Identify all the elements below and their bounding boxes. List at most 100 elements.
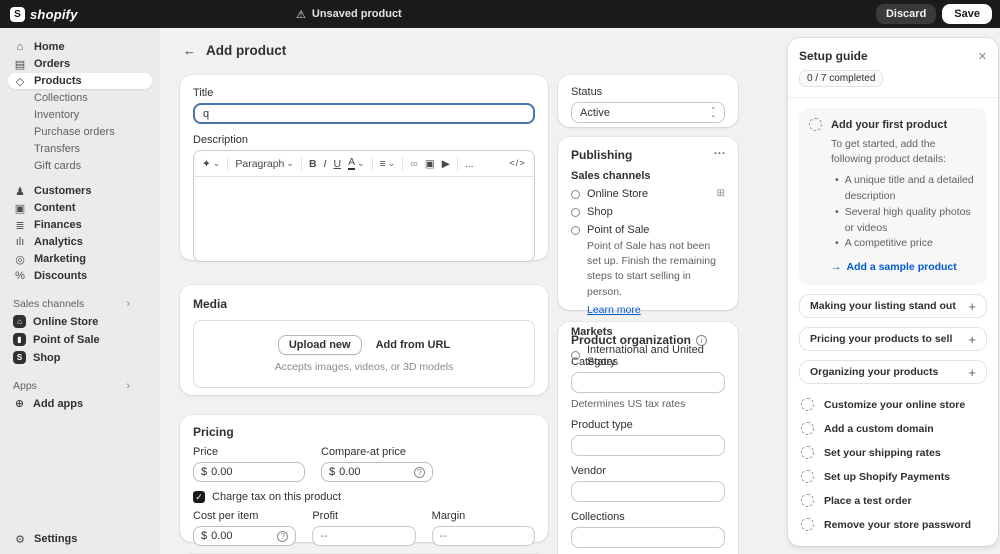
bullet-icon: • <box>835 174 839 187</box>
charge-tax-checkbox[interactable]: ✓ <box>193 491 205 503</box>
collections-input[interactable] <box>571 527 725 548</box>
text-color-button[interactable]: A ⌄ <box>348 157 365 170</box>
learn-more-link[interactable]: Learn more <box>587 304 641 316</box>
setup-accordion-organizing[interactable]: Organizing your products + <box>799 360 987 385</box>
sidebar-item-discounts[interactable]: % Discounts <box>8 268 152 284</box>
close-icon[interactable]: ✕ <box>978 50 987 63</box>
upload-new-button[interactable]: Upload new <box>277 335 362 355</box>
toolbar-divider <box>456 156 458 171</box>
profit-input[interactable]: -- <box>312 526 416 546</box>
vendor-input[interactable] <box>571 481 725 502</box>
show-html-button[interactable]: </> <box>509 158 526 169</box>
pos-setup-note: Point of Sale has not been set up. Finis… <box>587 240 716 298</box>
schedule-calendar-icon[interactable]: ⊞ <box>717 188 725 199</box>
checklist-item-custom-domain[interactable]: Add a custom domain <box>799 422 987 436</box>
description-textarea[interactable] <box>194 177 534 261</box>
description-section: Description ✦ ⌄ Paragraph ⌄ B I U A ⌄ ≡ … <box>193 134 535 262</box>
checklist-item-remove-password[interactable]: Remove your store password <box>799 518 987 532</box>
sidebar-item-home[interactable]: ⌂ Home <box>8 39 152 55</box>
chevron-down-icon: ⌄ <box>387 158 396 168</box>
plus-icon: + <box>968 364 976 380</box>
sidebar-item-online-store[interactable]: ⌂ Online Store <box>8 313 152 330</box>
checklist-label: Customize your online store <box>824 398 966 411</box>
sidebar-item-inventory[interactable]: Inventory <box>8 107 152 123</box>
setup-guide-panel: Setup guide ✕ 0 / 7 completed Add your f… <box>788 38 998 546</box>
bullet-text: Several high quality photos or videos <box>844 205 971 234</box>
help-question-icon[interactable]: ? <box>277 530 289 542</box>
title-input[interactable] <box>193 103 535 124</box>
help-question-icon[interactable]: ? <box>414 466 425 478</box>
sidebar-item-add-apps[interactable]: ⊕ Add apps <box>8 395 152 412</box>
vendor-label: Vendor <box>571 465 606 477</box>
orders-icon: ▤ <box>14 58 26 71</box>
paragraph-style-dropdown[interactable]: Paragraph ⌄ <box>235 158 294 170</box>
apps-section-header[interactable]: Apps › <box>13 380 130 392</box>
setup-accordion-pricing[interactable]: Pricing your products to sell + <box>799 327 987 352</box>
checklist-item-shopify-payments[interactable]: Set up Shopify Payments <box>799 470 987 484</box>
sidebar-item-products[interactable]: ◇ Products <box>8 73 152 89</box>
align-left-icon: ≡ <box>379 157 386 170</box>
sales-channels-section-header[interactable]: Sales channels › <box>13 298 130 310</box>
sidebar-item-point-of-sale[interactable]: ▮ Point of Sale <box>8 331 152 348</box>
online-store-icon: ⌂ <box>13 315 26 328</box>
secondary-column: Status Active ⌃ ⌄ Publishing ... Sales c… <box>558 75 738 554</box>
incomplete-step-icon[interactable] <box>809 118 822 131</box>
checklist-item-customize-store[interactable]: Customize your online store <box>799 398 987 412</box>
sidebar-item-collections[interactable]: Collections <box>8 90 152 106</box>
insert-video-button[interactable]: ▶ <box>442 158 450 170</box>
sidebar-item-content[interactable]: ▣ Content <box>8 200 152 216</box>
collections-label: Collections <box>571 511 625 523</box>
bold-button[interactable]: B <box>309 158 317 170</box>
status-select[interactable]: Active ⌃ ⌄ <box>571 102 725 123</box>
incomplete-step-icon <box>801 398 814 412</box>
category-input[interactable] <box>571 372 725 393</box>
setup-step-add-first-product[interactable]: Add your first product To get started, a… <box>799 108 987 286</box>
shopify-logo[interactable]: S shopify <box>10 6 78 22</box>
media-dropzone[interactable]: Upload new Add from URL Accepts images, … <box>193 320 535 388</box>
alignment-button[interactable]: ≡ ⌄ <box>380 158 396 170</box>
setup-accordion-listing[interactable]: Making your listing stand out + <box>799 294 987 319</box>
sidebar-item-label: Discounts <box>34 270 88 282</box>
underline-button[interactable]: U <box>333 158 341 170</box>
sidebar-item-settings[interactable]: ⚙ Settings <box>8 530 152 548</box>
profit-label: Profit <box>312 510 339 522</box>
discard-button[interactable]: Discard <box>875 4 937 24</box>
sidebar-item-shop[interactable]: S Shop <box>8 349 152 366</box>
add-from-url-button[interactable]: Add from URL <box>376 339 451 351</box>
add-sample-product-link[interactable]: → Add a sample product <box>831 261 977 273</box>
compare-at-price-input[interactable]: $ 0.00 ? <box>321 462 433 482</box>
insert-image-button[interactable]: ▣ <box>425 158 435 170</box>
sidebar-item-purchase-orders[interactable]: Purchase orders <box>8 124 152 140</box>
market-bullet-icon <box>571 351 580 361</box>
product-type-input[interactable] <box>571 435 725 456</box>
save-button[interactable]: Save <box>942 4 992 24</box>
sales-channels-header-label: Sales channels <box>13 298 85 310</box>
sidebar-item-customers[interactable]: ♟ Customers <box>8 183 152 199</box>
price-label: Price <box>193 446 219 458</box>
step-bullet-item: • Several high quality photos or videos <box>835 205 977 237</box>
cost-row: Cost per item $ 0.00 ? Profit -- Margin … <box>193 510 535 546</box>
price-input[interactable]: $ 0.00 <box>193 462 305 482</box>
sidebar-item-transfers[interactable]: Transfers <box>8 141 152 157</box>
profit-field-group: Profit -- <box>312 510 416 546</box>
checklist-label: Remove your store password <box>824 518 972 531</box>
ai-magic-button[interactable]: ✦ ⌄ <box>202 158 220 170</box>
publishing-menu-button[interactable]: ... <box>714 145 726 157</box>
pricing-heading: Pricing <box>193 425 234 439</box>
insert-link-button[interactable]: ∞ <box>410 158 418 170</box>
sidebar-item-orders[interactable]: ▤ Orders <box>8 56 152 72</box>
sidebar-item-gift-cards[interactable]: Gift cards <box>8 158 152 174</box>
margin-input[interactable]: -- <box>431 526 535 546</box>
italic-button[interactable]: I <box>324 158 327 170</box>
sidebar-item-finances[interactable]: ≣ Finances <box>8 217 152 233</box>
cost-per-item-input[interactable]: $ 0.00 ? <box>193 526 297 546</box>
more-options-button[interactable]: ... <box>465 158 474 170</box>
text-color-icon: A <box>348 156 356 170</box>
checklist-item-test-order[interactable]: Place a test order <box>799 494 987 508</box>
back-arrow-icon[interactable]: ← <box>183 43 196 58</box>
sidebar-item-marketing[interactable]: ◎ Marketing <box>8 251 152 267</box>
checklist-item-shipping-rates[interactable]: Set your shipping rates <box>799 446 987 460</box>
sidebar-item-analytics[interactable]: ılı Analytics <box>8 234 152 250</box>
description-editor[interactable]: ✦ ⌄ Paragraph ⌄ B I U A ⌄ ≡ ⌄ ∞ ▣ ▶ ... … <box>193 150 535 262</box>
